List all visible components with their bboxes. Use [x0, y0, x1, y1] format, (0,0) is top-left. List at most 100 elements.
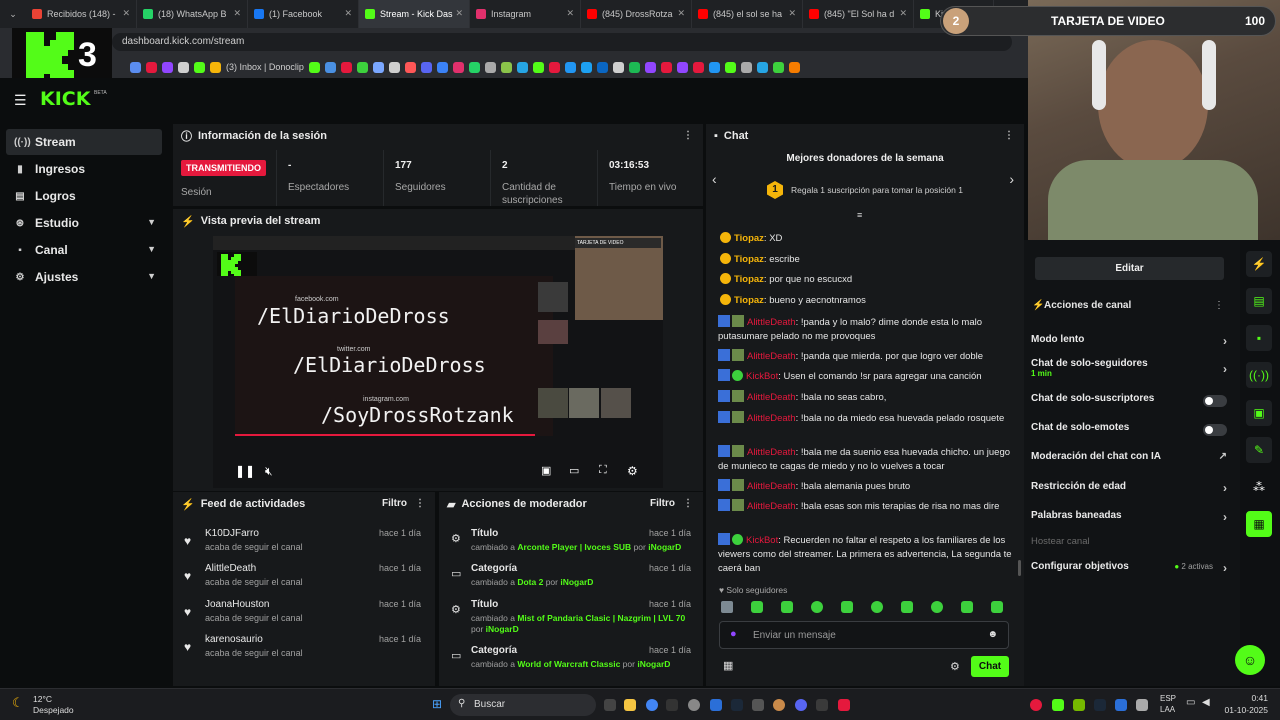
spotify-icon[interactable] [628, 61, 640, 73]
bookmark-icon[interactable] [340, 61, 352, 73]
pinned-chevron-icon[interactable]: ≡ [857, 210, 862, 220]
close-icon[interactable]: ✕ [788, 8, 796, 19]
clipboard-icon[interactable]: ▤ [1246, 288, 1272, 314]
modaction-user[interactable]: iNogarD [486, 624, 519, 634]
bookmark-icon[interactable] [436, 61, 448, 73]
action-subs-only[interactable]: Chat de solo-suscriptores [1031, 393, 1227, 407]
pause-icon[interactable]: ❚❚ [235, 464, 255, 478]
settings-icon[interactable]: ⚙ [627, 464, 638, 478]
chevron-left-icon[interactable]: ‹ [712, 171, 717, 187]
bookmark-icon[interactable] [756, 61, 768, 73]
feed-user[interactable]: karenosaurio [205, 634, 263, 645]
browser-tab[interactable]: (845) el sol se ha ✕ [692, 0, 803, 28]
linkedin-icon[interactable] [596, 61, 608, 73]
chat-user[interactable]: KickBot [746, 371, 778, 382]
modaction-user[interactable]: iNogarD [637, 659, 670, 669]
url-input[interactable]: dashboard.kick.com/stream [112, 33, 1012, 51]
instagram-icon[interactable] [452, 61, 464, 73]
bookmark-icon[interactable] [162, 61, 173, 73]
hamburger-icon[interactable]: ☰ [14, 92, 27, 109]
sidebar-item-ingresos[interactable]: ▮ Ingresos [6, 156, 162, 182]
bookmark-icon[interactable] [724, 61, 736, 73]
emote-icon[interactable] [871, 601, 883, 613]
bookmark-icon[interactable] [660, 61, 672, 73]
bookmark-icon[interactable] [178, 61, 189, 73]
taskbar-search[interactable]: ⚲ Buscar [450, 694, 596, 716]
bookmark-icon[interactable] [308, 61, 320, 73]
modactions-filter-button[interactable]: Filtro [650, 498, 675, 509]
bookmark-icon[interactable] [194, 61, 205, 73]
bookmark-icon[interactable] [564, 61, 576, 73]
more-icon[interactable]: ⋮ [415, 498, 425, 509]
tray-icon[interactable] [1094, 699, 1106, 711]
help-fab-icon[interactable]: ☺ [1235, 645, 1265, 675]
tab-list-icon[interactable]: ⌄ [0, 0, 26, 28]
bookmark-icon[interactable] [146, 61, 157, 73]
emote-icon[interactable] [721, 601, 733, 613]
bookmark-icon[interactable] [676, 61, 688, 73]
bookmark-icon[interactable] [548, 61, 560, 73]
game-icon[interactable]: ▦ [1246, 511, 1272, 537]
app-icon[interactable] [816, 699, 828, 711]
chat-user[interactable]: Tiopaz [734, 295, 764, 306]
weather-icon[interactable]: ☾ [12, 695, 24, 711]
pip-icon[interactable]: ▣ [541, 464, 551, 477]
action-slow-mode[interactable]: Modo lento › [1031, 334, 1227, 348]
stream-preview-video[interactable]: facebook.com /ElDiarioDeDross twitter.co… [213, 236, 663, 488]
emote-icon[interactable] [961, 601, 973, 613]
app-icon[interactable] [752, 699, 764, 711]
emote-icon[interactable] [811, 601, 823, 613]
browser-tab[interactable]: Recibidos (148) - ✕ [26, 0, 137, 28]
browser-tab[interactable]: (1) Facebook ✕ [248, 0, 359, 28]
app-icon[interactable] [773, 699, 785, 711]
bookmark-icon[interactable] [356, 61, 368, 73]
bookmark-icon[interactable] [404, 61, 416, 73]
bookmark-icon[interactable] [388, 61, 400, 73]
feed-user[interactable]: K10DJFarro [205, 528, 259, 539]
discord-icon[interactable] [420, 61, 432, 73]
bolt-icon[interactable]: ⚡ [1246, 251, 1272, 277]
nvidia-icon[interactable] [1073, 699, 1085, 711]
clock-date[interactable]: 01-10-2025 [1224, 705, 1268, 715]
chat-user[interactable]: Tiopaz [734, 254, 764, 265]
action-age-restriction[interactable]: Restricción de edad › [1031, 481, 1227, 495]
emote-icon[interactable] [991, 601, 1003, 613]
action-emotes-only[interactable]: Chat de solo-emotes [1031, 422, 1227, 436]
bookmark-icon[interactable] [484, 61, 496, 73]
chat-send-button[interactable]: Chat [971, 656, 1009, 677]
browser-tab[interactable]: (845) "El Sol ha d ✕ [803, 0, 914, 28]
telegram-icon[interactable] [516, 61, 528, 73]
feed-filter-button[interactable]: Filtro [382, 498, 407, 509]
more-icon[interactable]: ⋮ [1004, 130, 1014, 141]
sidebar-item-stream[interactable]: ((·)) Stream [6, 129, 162, 155]
bluetooth-icon[interactable] [1115, 699, 1127, 711]
bookmark-icon[interactable] [372, 61, 384, 73]
chat-user[interactable]: AlittleDeath [747, 481, 796, 492]
twitter-icon[interactable] [580, 61, 592, 73]
chat-user[interactable]: AlittleDeath [747, 351, 796, 362]
donoclip-icon[interactable] [210, 61, 221, 73]
kick-logo[interactable]: KICK [40, 88, 90, 110]
emote-icon[interactable] [901, 601, 913, 613]
emote-icon[interactable] [751, 601, 763, 613]
sidebar-item-estudio[interactable]: ⊛ Estudio ▼ [6, 210, 162, 236]
close-icon[interactable]: ✕ [455, 8, 463, 19]
taskview-icon[interactable] [604, 699, 616, 711]
bookmark-icon[interactable] [772, 61, 784, 73]
chat-user[interactable]: AlittleDeath [747, 413, 796, 424]
lang-sub[interactable]: LAA [1160, 705, 1175, 714]
chat-icon[interactable]: ▪ [1246, 325, 1272, 351]
emote-icon[interactable] [841, 601, 853, 613]
close-icon[interactable]: ✕ [566, 8, 574, 19]
subs-only-toggle[interactable] [1203, 395, 1227, 407]
store-icon[interactable]: ▦ [723, 659, 733, 672]
more-icon[interactable]: ⋮ [1214, 300, 1224, 311]
close-icon[interactable]: ✕ [677, 8, 685, 19]
theater-icon[interactable]: ▭ [569, 464, 579, 477]
more-icon[interactable]: ⋮ [683, 130, 693, 141]
chat-user[interactable]: AlittleDeath [747, 501, 796, 512]
close-icon[interactable]: ✕ [344, 8, 352, 19]
feed-user[interactable]: AlittleDeath [205, 563, 256, 574]
chat-user[interactable]: AlittleDeath [747, 317, 796, 328]
emote-icon[interactable] [931, 601, 943, 613]
